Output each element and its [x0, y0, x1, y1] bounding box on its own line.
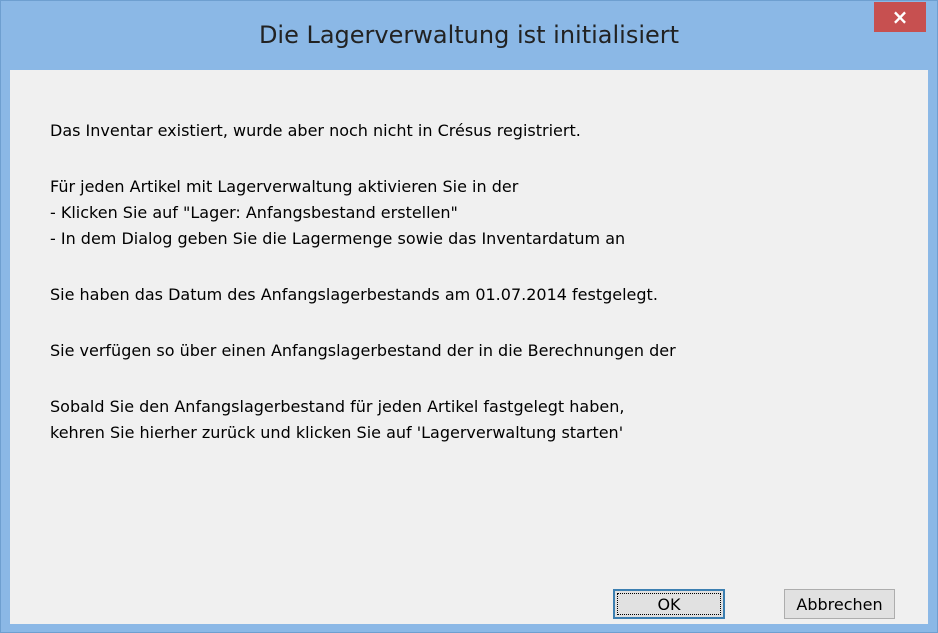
window-title: Die Lagerverwaltung ist initialisiert [258, 21, 680, 49]
close-icon: × [891, 5, 909, 29]
focus-rectangle [617, 593, 721, 615]
message-line: - In dem Dialog geben Sie die Lagermenge… [50, 229, 626, 248]
title-bar[interactable]: Die Lagerverwaltung ist initialisiert × [1, 1, 937, 81]
message-line: Sie verfügen so über einen Anfangslagerb… [50, 341, 676, 360]
cancel-button[interactable]: Abbrechen [784, 589, 895, 619]
message-line: Das Inventar existiert, wurde aber noch … [50, 121, 581, 140]
message-line: Für jeden Artikel mit Lagerverwaltung ak… [50, 177, 519, 196]
message-line: Sobald Sie den Anfangslagerbestand für j… [50, 397, 625, 416]
close-button[interactable]: × [874, 2, 926, 32]
ok-button[interactable]: OK [613, 589, 725, 619]
cancel-button-label: Abbrechen [796, 594, 883, 614]
message-line: - Klicken Sie auf "Lager: Anfangsbestand… [50, 203, 458, 222]
message-text: Das Inventar existiert, wurde aber noch … [50, 118, 676, 446]
message-line: kehren Sie hierher zurück und klicken Si… [50, 423, 624, 442]
dialog-body: Das Inventar existiert, wurde aber noch … [10, 70, 928, 624]
message-line: Sie haben das Datum des Anfangslagerbest… [50, 285, 658, 304]
dialog-window: Die Lagerverwaltung ist initialisiert × … [0, 0, 938, 633]
